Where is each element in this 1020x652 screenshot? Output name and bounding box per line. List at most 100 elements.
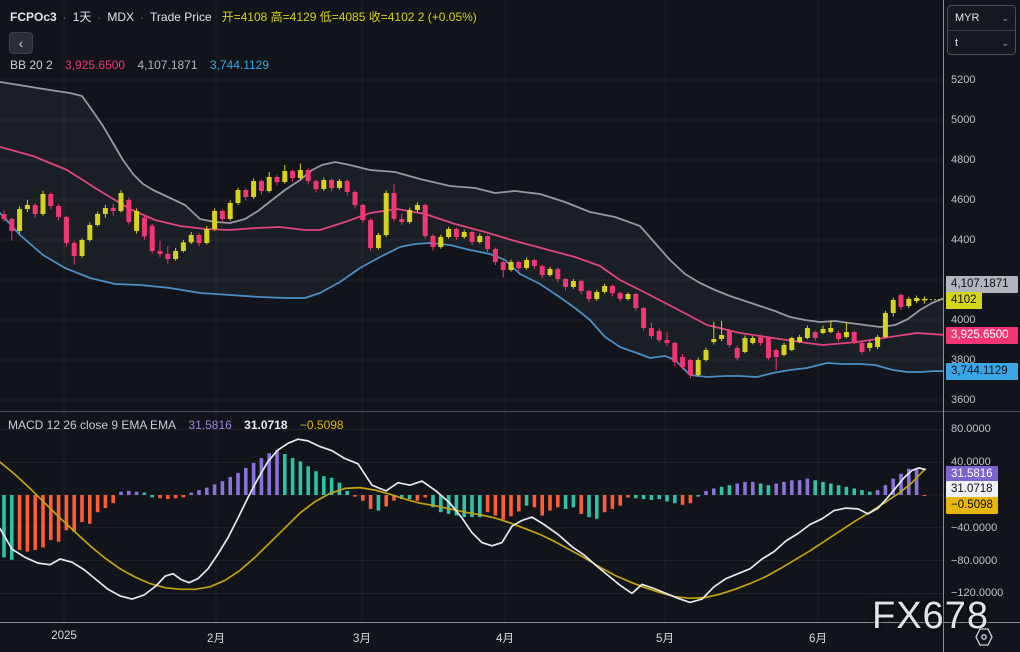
candle-body — [407, 210, 413, 222]
macd-histogram-bar — [88, 495, 92, 524]
macd-histogram-bar — [283, 454, 287, 495]
macd-histogram-bar — [446, 495, 451, 514]
candle-body — [898, 295, 904, 307]
price-axis[interactable]: 5200 5000 4800 4600 4400 4000 3800 3600 80.0000 4… — [943, 0, 1020, 622]
candle-body — [258, 181, 264, 191]
macd-histogram-bar — [688, 495, 693, 504]
macd-histogram-bar — [197, 490, 201, 495]
time-tick-label: 2月 — [207, 633, 225, 645]
bb-indicator-label[interactable]: BB 20 2 — [10, 58, 53, 72]
price-tick-label: 4400 — [951, 234, 976, 246]
candle-body — [765, 338, 771, 358]
unit-dropdown[interactable]: t ⌄ — [948, 30, 1015, 54]
candle-body — [188, 235, 194, 243]
candle-body — [563, 279, 569, 287]
candle-body — [227, 203, 233, 219]
macd-histogram-bar — [376, 495, 381, 511]
candle-body — [851, 332, 857, 342]
candle-body — [804, 328, 810, 338]
macd-histogram-bar — [384, 495, 388, 507]
macd-histogram-bar — [719, 486, 724, 495]
price-tick-label: 5200 — [951, 74, 976, 86]
candle-body — [297, 170, 303, 178]
candle-body — [126, 200, 132, 222]
macd-histogram-bar — [462, 495, 466, 518]
candle-body — [360, 205, 366, 220]
candle-body — [539, 266, 545, 275]
pane-separator[interactable] — [0, 411, 1020, 412]
interval-label[interactable]: 1天 — [73, 10, 92, 24]
candle-body — [687, 360, 693, 375]
macd-histogram-bar — [314, 471, 318, 495]
macd-histogram-bar — [345, 490, 349, 495]
candle-body — [251, 181, 257, 197]
candle-body — [422, 205, 428, 236]
macd-hist-badge: −0.5098 — [946, 496, 998, 514]
candle-body — [40, 194, 46, 214]
time-tick-label: 2025 — [51, 630, 77, 642]
currency-dropdown[interactable]: MYR ⌄ — [948, 6, 1015, 30]
candle-body — [305, 170, 311, 181]
candle-body — [477, 236, 483, 242]
macd-histogram-bar — [322, 476, 326, 495]
macd-histogram-bar — [774, 483, 778, 495]
time-axis[interactable]: 2025 2月 3月 4月 5月 6月 — [0, 622, 1020, 652]
macd-histogram-bar — [548, 495, 552, 511]
macd-histogram-bar — [704, 490, 708, 495]
ohlc-values: 开=4108 高=4129 低=4085 收=4102 2 (+0.05%) — [221, 10, 477, 24]
macd-histogram-bar — [119, 491, 123, 495]
macd-histogram-bar — [306, 466, 310, 495]
back-button[interactable]: ‹ — [9, 32, 33, 54]
separator-dot: · — [62, 10, 67, 24]
macd-signal-badge: 31.5816 — [946, 465, 998, 483]
bb-legend: BB 20 2 3,925.6500 4,107.1871 3,744.1129 — [10, 58, 278, 72]
candle-body — [102, 208, 108, 214]
macd-histogram-bar — [72, 495, 76, 532]
macd-histogram-bar — [821, 481, 825, 495]
candle-body — [594, 292, 600, 299]
candle-body — [617, 293, 623, 299]
candle-body — [641, 308, 647, 328]
candle-body — [79, 240, 85, 256]
macd-indicator-label[interactable]: MACD 12 26 close 9 EMA EMA — [8, 418, 176, 432]
candle-body — [134, 211, 140, 231]
candle-body — [524, 260, 530, 268]
macd-histogram-bar — [236, 472, 240, 495]
candle-body — [9, 219, 15, 231]
macd-histogram-bar — [517, 495, 521, 512]
macd-histogram-bar — [883, 485, 888, 495]
macd-histogram-bar — [439, 495, 443, 513]
macd-histogram-bar — [17, 495, 22, 550]
candle-body — [110, 208, 116, 211]
candle-body — [609, 286, 615, 293]
macd-histogram-bar — [829, 483, 833, 495]
candle-body — [867, 343, 873, 348]
candle-body — [485, 236, 491, 249]
macd-legend: MACD 12 26 close 9 EMA EMA 31.5816 31.07… — [8, 418, 353, 432]
candle-body — [87, 225, 93, 240]
macd-histogram-bar — [680, 495, 685, 505]
candle-body — [157, 251, 163, 254]
chevron-down-icon: ⌄ — [1001, 38, 1009, 48]
macd-histogram-bar — [2, 495, 6, 558]
candle-body — [758, 337, 764, 343]
candle-body — [313, 181, 319, 189]
macd-histogram-bar — [657, 495, 661, 500]
candle-body — [344, 181, 350, 192]
candle-body — [149, 225, 155, 251]
macd-histogram-bar — [166, 495, 170, 500]
gear-icon[interactable] — [973, 627, 995, 647]
macd-line-badge: 31.0718 — [946, 480, 998, 498]
time-tick-label: 4月 — [496, 633, 514, 645]
candle-body — [266, 177, 272, 191]
macd-chart[interactable] — [0, 412, 943, 622]
candle-body — [516, 262, 522, 268]
trading-chart-app: FCPOc3 · 1天 · MDX · Trade Price 开=4108 高=4129 低… — [0, 0, 1020, 652]
candle-body — [492, 249, 498, 262]
candle-body — [843, 332, 849, 337]
candle-body — [32, 205, 38, 214]
symbol-name[interactable]: FCPOc3 — [10, 10, 57, 24]
axis-border — [943, 623, 944, 652]
candle-body — [56, 206, 62, 217]
candle-body — [212, 211, 218, 229]
